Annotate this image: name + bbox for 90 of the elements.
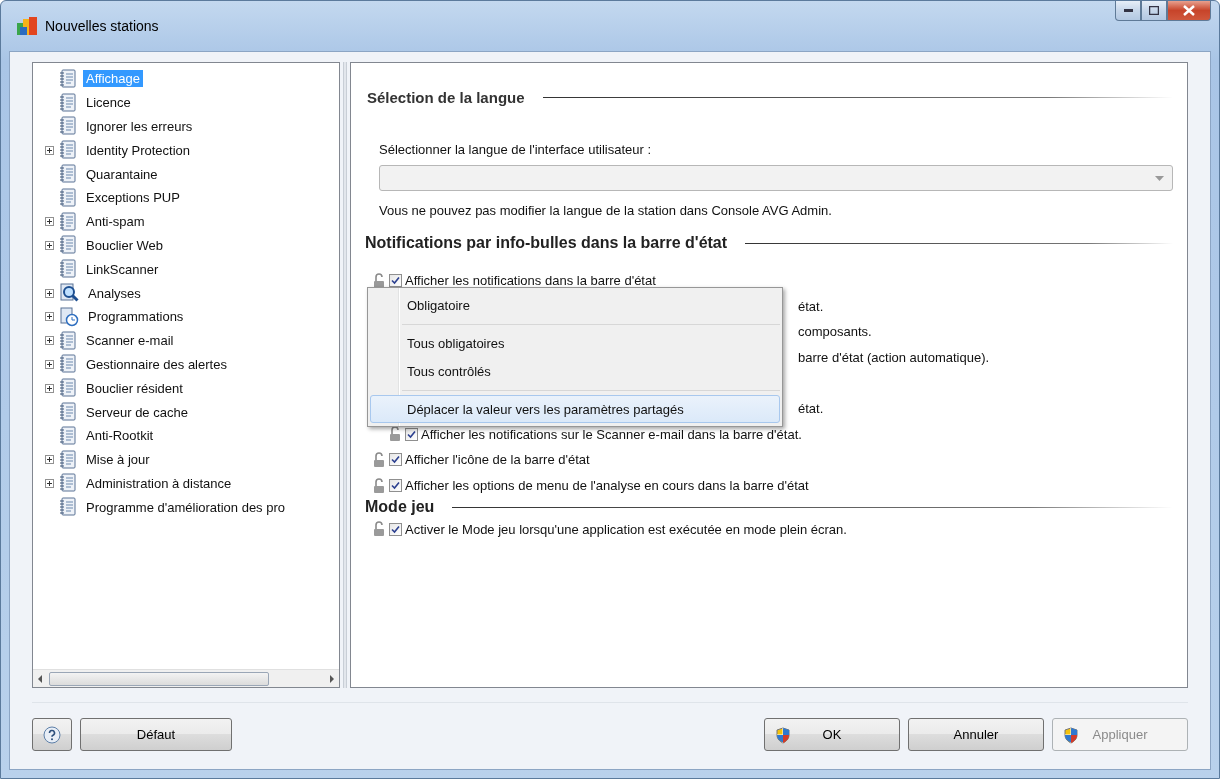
checkbox[interactable] xyxy=(389,453,402,467)
document-icon xyxy=(59,187,77,208)
document-icon xyxy=(59,378,77,399)
tree-item[interactable]: Anti-Rootkit xyxy=(83,427,157,445)
tree-item[interactable]: Anti-spam xyxy=(83,213,148,231)
document-icon xyxy=(59,449,77,470)
close-button[interactable] xyxy=(1167,1,1211,21)
document-icon xyxy=(59,211,77,232)
tree-item[interactable]: Analyses xyxy=(85,284,144,302)
menu-item[interactable]: Tous contrôlés xyxy=(370,357,780,385)
window-title: Nouvelles stations xyxy=(45,18,160,34)
shield-icon xyxy=(775,727,791,744)
tree-item[interactable]: Programme d'amélioration des pro xyxy=(83,498,289,516)
horizontal-scrollbar[interactable] xyxy=(33,669,339,687)
menu-item[interactable]: Déplacer la valeur vers les paramètres partagés xyxy=(370,395,780,423)
tree-item[interactable]: Ignorer les erreurs xyxy=(83,118,196,135)
option-label: Activer le Mode jeu lorsqu'une application est exécutée en mode plein écran. xyxy=(405,521,847,537)
tree-item[interactable]: Exceptions PUP xyxy=(83,189,183,207)
scroll-right-icon[interactable] xyxy=(329,674,335,683)
document-icon xyxy=(59,473,77,494)
option-label: Afficher les notifications sur le Scanner e-mail dans la barre d'état. xyxy=(421,426,802,442)
document-icon xyxy=(59,140,77,161)
magnifier-document-icon xyxy=(59,283,79,304)
close-icon xyxy=(1183,5,1195,16)
help-icon xyxy=(43,725,61,744)
tree-item[interactable]: Gestionnaire des alertes xyxy=(83,355,230,373)
expand-icon[interactable] xyxy=(44,288,54,298)
expand-icon[interactable] xyxy=(44,240,54,250)
option-label: Afficher l'icône de la barre d'état xyxy=(405,452,590,468)
tree-item[interactable]: Programmations xyxy=(85,308,187,326)
document-icon xyxy=(59,68,77,89)
option-label: barre d'état (action automatique). xyxy=(798,350,990,366)
info-text: Vous ne pouvez pas modifier la langue de la station dans Console AVG Admin. xyxy=(379,203,833,218)
padlock-icon[interactable] xyxy=(389,426,402,443)
dropdown-arrow-icon xyxy=(1155,175,1164,181)
document-icon xyxy=(59,330,77,351)
option-label: état. xyxy=(798,401,824,417)
tree-item[interactable]: Administration à distance xyxy=(83,474,235,492)
document-icon xyxy=(59,259,77,280)
expand-icon[interactable] xyxy=(44,455,54,465)
checkbox[interactable] xyxy=(389,479,402,493)
default-button[interactable]: Défaut xyxy=(80,718,232,751)
tree-item[interactable]: LinkScanner xyxy=(83,260,162,278)
document-icon xyxy=(59,425,77,446)
document-icon xyxy=(59,354,77,375)
field-label: Sélectionner la langue de l'interface utilisateur : xyxy=(379,142,653,157)
option-label: état. xyxy=(798,298,824,314)
checkbox[interactable] xyxy=(389,274,402,288)
document-icon xyxy=(59,164,77,185)
checkbox[interactable] xyxy=(405,427,418,441)
section-title: Sélection de la langue xyxy=(367,89,525,106)
option-label: Afficher les notifications dans la barre d'état xyxy=(405,273,656,289)
menu-item[interactable]: Obligatoire xyxy=(370,291,780,319)
document-icon xyxy=(59,402,77,423)
section-title: Notifications par info-bulles dans la barre d'état xyxy=(365,234,728,252)
document-icon xyxy=(59,497,77,518)
expand-icon[interactable] xyxy=(44,383,54,393)
document-icon xyxy=(59,235,77,256)
option-label: Afficher les options de menu de l'analyse en cours dans la barre d'état xyxy=(405,478,809,494)
maximize-button[interactable] xyxy=(1141,1,1167,21)
expand-icon[interactable] xyxy=(44,336,54,346)
expand-icon[interactable] xyxy=(44,359,54,369)
document-icon xyxy=(59,116,77,137)
section-title: Mode jeu xyxy=(365,498,435,517)
ok-button[interactable]: OK xyxy=(764,718,900,751)
tree-item[interactable]: Mise à jour xyxy=(83,451,153,469)
shield-icon xyxy=(1063,727,1079,744)
tree-item[interactable]: Serveur de cache xyxy=(83,403,191,421)
calendar-clock-icon xyxy=(59,306,79,327)
tree-item[interactable]: Identity Protection xyxy=(83,141,194,159)
maximize-icon xyxy=(1149,6,1159,15)
checkbox[interactable] xyxy=(389,522,402,536)
document-icon xyxy=(59,92,77,113)
tree-item[interactable]: Bouclier résident xyxy=(83,379,186,397)
minimize-button[interactable] xyxy=(1115,1,1141,21)
option-label: composants. xyxy=(798,324,872,340)
tree-item[interactable]: Licence xyxy=(83,94,134,112)
app-logo-icon xyxy=(17,17,37,35)
expand-icon[interactable] xyxy=(44,312,54,322)
cancel-button[interactable]: Annuler xyxy=(908,718,1044,751)
tree-item[interactable]: Scanner e-mail xyxy=(83,332,177,350)
minimize-icon xyxy=(1123,9,1133,12)
tree-item[interactable]: Bouclier Web xyxy=(83,236,167,254)
expand-icon[interactable] xyxy=(44,145,54,155)
scroll-left-icon[interactable] xyxy=(37,674,43,683)
menu-item[interactable]: Tous obligatoires xyxy=(370,329,780,357)
expand-icon[interactable] xyxy=(44,478,54,488)
expand-icon[interactable] xyxy=(44,217,54,227)
help-button[interactable] xyxy=(32,718,72,751)
tree-item[interactable]: Quarantaine xyxy=(83,165,161,183)
